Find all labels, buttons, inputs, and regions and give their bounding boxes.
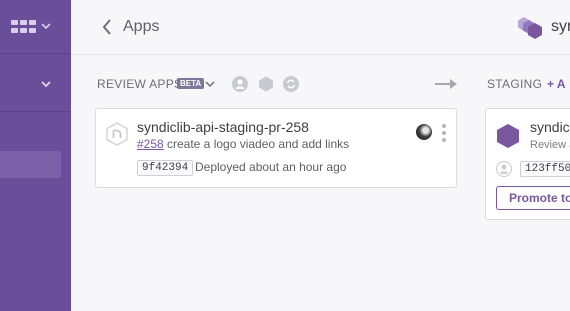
hexagon-icon[interactable] xyxy=(258,76,274,92)
chevron-down-icon[interactable] xyxy=(40,78,52,90)
sidebar-app-switcher[interactable] xyxy=(0,0,71,54)
sync-icon[interactable] xyxy=(283,76,299,92)
review-apps-label: REVIEW APPS xyxy=(97,77,183,91)
review-app-name[interactable]: syndiclib-api-staging-pr-258 xyxy=(137,119,309,135)
beta-badge: BETA xyxy=(177,78,205,89)
grid-icon[interactable] xyxy=(11,20,37,34)
staging-app-subtitle: Review a xyxy=(530,139,570,151)
commit-sha[interactable]: 123ff50 xyxy=(520,161,570,177)
arrow-right-icon xyxy=(435,79,457,89)
chevron-down-icon[interactable] xyxy=(40,20,52,32)
promote-button[interactable]: Promote to xyxy=(496,186,570,210)
more-vertical-icon[interactable] xyxy=(442,124,446,142)
sidebar-item-selected[interactable] xyxy=(0,151,61,178)
add-app-button[interactable]: + A xyxy=(547,77,566,91)
chevron-left-icon[interactable] xyxy=(101,18,113,36)
app-hexagon-icon xyxy=(497,124,519,148)
avatar xyxy=(416,124,432,140)
sidebar xyxy=(0,0,71,311)
chevron-down-icon[interactable] xyxy=(205,79,215,89)
staging-label: STAGING xyxy=(487,77,543,91)
hexagon-stack-icon xyxy=(518,17,542,39)
staging-app-name[interactable]: syndic xyxy=(530,119,570,135)
github-hexagon-icon xyxy=(106,122,128,146)
pull-request-link[interactable]: #258 xyxy=(137,137,164,151)
breadcrumb-apps-link[interactable]: Apps xyxy=(123,18,159,36)
app-name: syr xyxy=(551,18,570,35)
commit-sha[interactable]: 9f42394 xyxy=(137,160,194,176)
sidebar-team-selector[interactable] xyxy=(0,54,71,112)
deploy-status: Deployed about an hour ago xyxy=(195,160,347,174)
user-icon xyxy=(496,161,512,177)
user-icon[interactable] xyxy=(232,76,248,92)
pull-request-title: create a logo viadeo and add links xyxy=(167,137,350,151)
